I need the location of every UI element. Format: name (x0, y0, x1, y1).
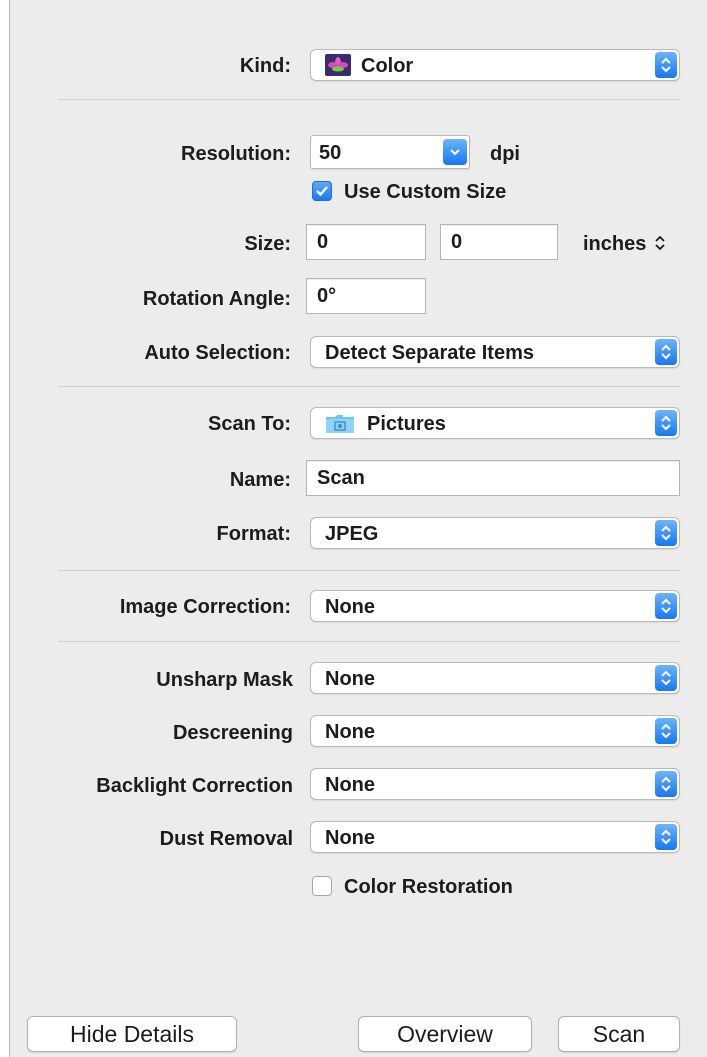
kind-label: Kind: (239, 55, 291, 77)
size-height-value: 0 (451, 231, 463, 253)
unsharp-mask-popup[interactable]: None (310, 662, 680, 694)
separator (58, 641, 680, 642)
color-restoration-checkbox[interactable] (312, 876, 332, 896)
up-down-arrows-icon (655, 235, 665, 251)
popup-arrows-icon (655, 824, 677, 850)
backlight-correction-value: None (325, 774, 375, 796)
popup-arrows-icon (655, 520, 677, 546)
image-correction-value: None (325, 596, 375, 618)
separator (58, 99, 680, 100)
size-label: Size: (244, 233, 291, 255)
dust-removal-popup[interactable]: None (310, 821, 680, 853)
popup-arrows-icon (655, 410, 677, 436)
pictures-folder-icon (325, 414, 355, 434)
name-label: Name: (229, 469, 291, 491)
separator (58, 386, 680, 387)
resolution-label: Resolution: (181, 143, 291, 165)
name-value: Scan (317, 467, 365, 489)
popup-arrows-icon (655, 593, 677, 619)
resolution-combo[interactable]: 50 (310, 135, 470, 169)
dust-removal-label: Dust Removal (159, 828, 293, 850)
scan-button[interactable]: Scan (558, 1016, 680, 1052)
format-value: JPEG (325, 523, 379, 545)
hide-details-button[interactable]: Hide Details (27, 1016, 237, 1052)
separator (58, 570, 680, 571)
popup-arrows-icon (655, 718, 677, 744)
rotation-angle-value: 0° (317, 285, 337, 307)
kind-popup[interactable]: Color (310, 49, 680, 81)
format-popup[interactable]: JPEG (310, 517, 680, 549)
overview-button[interactable]: Overview (358, 1016, 532, 1052)
auto-selection-popup[interactable]: Detect Separate Items (310, 336, 680, 368)
unsharp-mask-value: None (325, 668, 375, 690)
backlight-correction-label: Backlight Correction (96, 775, 293, 797)
color-flower-icon (325, 54, 351, 76)
scan-to-label: Scan To: (208, 413, 291, 435)
auto-selection-label: Auto Selection: (144, 342, 291, 364)
size-unit-selector[interactable]: inches (583, 233, 666, 256)
resolution-value: 50 (319, 142, 342, 164)
image-correction-popup[interactable]: None (310, 590, 680, 622)
rotation-angle-label: Rotation Angle: (142, 288, 291, 310)
unsharp-mask-label: Unsharp Mask (156, 669, 293, 691)
format-label: Format: (216, 523, 291, 545)
color-restoration-label[interactable]: Color Restoration (344, 876, 513, 899)
popup-arrows-icon (655, 665, 677, 691)
size-width-field[interactable]: 0 (306, 224, 426, 260)
use-custom-size-checkbox[interactable] (312, 181, 332, 201)
dpi-unit: dpi (490, 143, 520, 165)
popup-arrows-icon (655, 52, 677, 78)
scan-to-popup[interactable]: Pictures (310, 407, 680, 439)
scan-to-value: Pictures (367, 413, 446, 435)
popup-arrows-icon (655, 771, 677, 797)
size-unit-value: inches (583, 233, 647, 255)
name-field[interactable]: Scan (306, 460, 680, 496)
size-width-value: 0 (317, 231, 329, 253)
backlight-correction-popup[interactable]: None (310, 768, 680, 800)
use-custom-size-label[interactable]: Use Custom Size (344, 181, 506, 204)
descreening-popup[interactable]: None (310, 715, 680, 747)
popup-arrows-icon (655, 339, 677, 365)
chevron-down-icon[interactable] (443, 139, 467, 165)
kind-value: Color (361, 55, 414, 77)
dust-removal-value: None (325, 827, 375, 849)
descreening-label: Descreening (172, 722, 293, 744)
size-height-field[interactable]: 0 (440, 224, 558, 260)
auto-selection-value: Detect Separate Items (325, 342, 534, 364)
image-correction-label: Image Correction: (119, 596, 291, 618)
descreening-value: None (325, 721, 375, 743)
rotation-angle-field[interactable]: 0° (306, 278, 426, 314)
